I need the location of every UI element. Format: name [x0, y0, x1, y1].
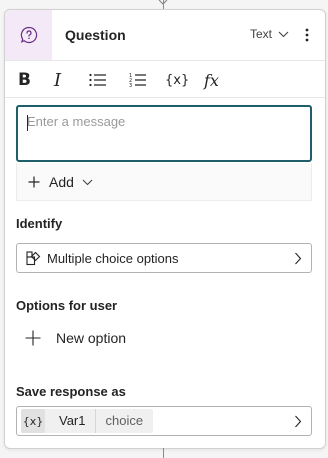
question-node-card[interactable]: Question Text B I 1 2 3 {x} fx Enter a m…	[4, 9, 326, 449]
node-header: Question Text	[5, 10, 325, 60]
add-button-label: Add	[49, 174, 74, 190]
bold-button[interactable]: B	[18, 69, 31, 91]
formatting-toolbar: B I 1 2 3 {x} fx	[5, 60, 325, 98]
question-bubble-icon	[5, 10, 52, 60]
message-input[interactable]	[18, 107, 310, 136]
variable-name: Var1	[45, 409, 96, 433]
options-label: Options for user	[16, 298, 118, 313]
add-content-area: Add	[16, 163, 312, 201]
more-vertical-icon	[305, 28, 309, 42]
chevron-down-icon	[278, 31, 289, 37]
chevron-down-icon	[82, 179, 93, 185]
new-option-button[interactable]: New option	[25, 330, 126, 346]
save-response-selector[interactable]: {x} Var1 choice	[16, 406, 312, 436]
response-type-value: Text	[249, 27, 272, 41]
svg-text:3: 3	[129, 83, 132, 88]
node-title: Question	[65, 27, 126, 43]
insert-variable-button[interactable]: {x}	[165, 69, 189, 91]
plus-icon	[28, 176, 40, 188]
more-options-button[interactable]	[299, 25, 315, 45]
connector-arrow-icon	[158, 0, 168, 5]
add-button[interactable]: Add	[28, 174, 93, 190]
connector-line-bottom	[163, 448, 164, 458]
multiple-choice-icon	[26, 250, 41, 265]
identify-value: Multiple choice options	[47, 250, 179, 266]
bulleted-list-icon	[89, 73, 106, 87]
response-type-dropdown[interactable]: Text	[250, 27, 289, 41]
identify-label: Identify	[16, 216, 63, 231]
numbered-list-button[interactable]: 1 2 3	[129, 69, 147, 91]
identify-selector[interactable]: Multiple choice options	[16, 243, 312, 273]
insert-formula-button[interactable]: fx	[204, 69, 219, 91]
variable-type: choice	[105, 413, 144, 428]
bulleted-list-button[interactable]	[89, 69, 107, 91]
variable-icon: {x}	[21, 409, 45, 433]
message-editor[interactable]	[16, 105, 312, 162]
save-response-label: Save response as	[16, 384, 126, 399]
numbered-list-icon: 1 2 3	[129, 73, 146, 88]
chevron-right-icon	[295, 415, 302, 428]
text-caret	[27, 115, 28, 131]
plus-icon	[25, 330, 41, 346]
new-option-label: New option	[56, 330, 127, 346]
variable-chip: {x} Var1 choice	[21, 409, 154, 433]
chevron-right-icon	[295, 252, 302, 265]
italic-button[interactable]: I	[54, 69, 61, 91]
